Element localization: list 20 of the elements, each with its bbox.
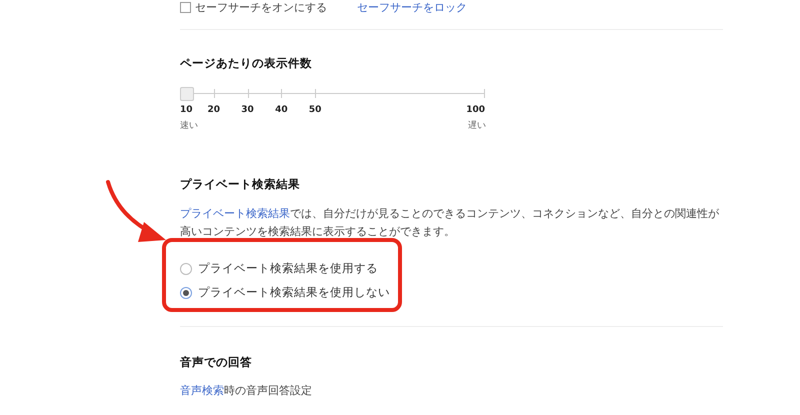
lock-safe-search-link[interactable]: セーフサーチをロック [357, 0, 467, 14]
fast-label: 速い [180, 120, 198, 132]
radio-option[interactable]: プライベート検索結果を使用する [180, 261, 723, 276]
description-text: プライベート検索結果では、自分だけが見ることのできるコンテンツ、コネクションなど、自分との関連性が高いコンテンツを検索結果に表示することができます。 [180, 206, 720, 240]
section-heading: ページあたりの表示件数 [180, 56, 313, 71]
radio-option[interactable]: プライベート検索結果を使用しない [180, 285, 723, 300]
private-results-link[interactable]: プライベート検索結果 [180, 207, 290, 220]
section-heading: 音声での回答 [180, 355, 253, 370]
tick-label: 100 [466, 105, 485, 115]
checkbox[interactable] [180, 2, 191, 12]
tick-label: 20 [208, 105, 220, 115]
voice-search-link[interactable]: 音声検索 [180, 384, 224, 397]
tick-label: 40 [275, 105, 288, 115]
tick-label: 50 [308, 105, 322, 115]
slow-label: 遅い [468, 120, 486, 132]
slider-thumb[interactable] [180, 87, 194, 101]
tick-label: 30 [241, 105, 254, 115]
section-heading: プライベート検索結果 [180, 177, 301, 192]
voice-setting-text: 音声検索時の音声回答設定 [180, 383, 313, 399]
tick-label: 10 [180, 105, 193, 115]
